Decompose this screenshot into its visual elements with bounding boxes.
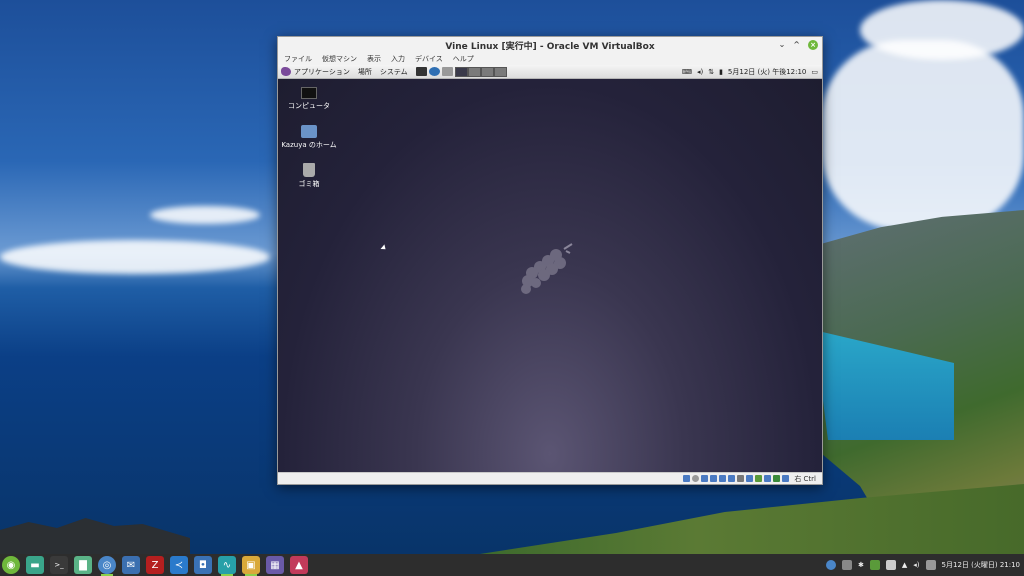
shield-icon[interactable] [869,560,880,570]
mail-icon[interactable]: ✉ [122,556,140,574]
volume-icon[interactable]: ◂) [697,68,703,76]
keyboard-capture-icon[interactable] [773,475,781,482]
terminal-launcher-icon[interactable] [415,67,427,76]
virtualbox-window[interactable]: Vine Linux [実行中] - Oracle VM VirtualBox … [277,36,823,485]
shared-folders-icon[interactable] [728,475,736,482]
menu-machine[interactable]: 仮想マシン [322,54,357,64]
host-taskbar: ◉ ▬ >_ ▇ ◎ ✉ Z ≺ ◘ ∿ ▣ ▦ ▲ ✱ ▲ ◂) 5月12日 … [0,554,1024,576]
mail-launcher-icon[interactable] [441,67,453,76]
trash-icon [303,163,315,177]
optical-drive-icon[interactable] [692,475,700,482]
bluetooth-icon[interactable]: ✱ [858,561,864,569]
menu-input[interactable]: 入力 [391,54,405,64]
clipboard-icon[interactable] [885,560,896,570]
guest-desktop[interactable]: コンピュータ Kazuya のホーム ゴミ箱 [278,79,822,474]
guest-tray: ⌨ ◂) ⇅ ▮ 5月12日 (火) 午後12:10 ▭ [682,65,818,79]
mouse-integration-icon[interactable] [764,475,772,482]
guest-places-menu[interactable]: 場所 [358,67,372,77]
terminal-icon[interactable]: >_ [50,556,68,574]
browser-launcher-icon[interactable] [428,67,440,76]
network-icon[interactable]: ⇅ [708,68,714,76]
chromium-tray-icon[interactable] [826,560,837,570]
menu-file[interactable]: ファイル [284,54,312,64]
monitor-icon [301,87,317,99]
virtualbox-icon[interactable]: ▣ [242,556,260,576]
image-viewer-icon[interactable]: ▲ [290,556,308,574]
mouse-cursor-icon [380,244,388,252]
audio-icon[interactable] [701,475,709,482]
show-desktop-icon[interactable]: ▬ [26,556,44,574]
guest-clock[interactable]: 5月12日 (火) 午後12:10 [728,67,806,77]
maximize-icon[interactable]: ^ [793,39,800,51]
vine-grape-logo [521,243,573,294]
guest-system-menu[interactable]: システム [380,67,408,77]
vscode-icon[interactable]: ≺ [170,556,188,574]
guest-applications-menu[interactable]: アプリケーション [281,67,350,77]
applications-label: アプリケーション [294,67,350,76]
desktop-icon-trash[interactable]: ゴミ箱 [281,163,337,189]
usb-icon[interactable] [719,475,727,482]
guest-top-panel: アプリケーション 場所 システム ⌨ ◂) ⇅ ▮ 5月12日 (火) 午後12… [278,65,822,79]
home-folder-icon [301,125,317,138]
desktop-icon-label: コンピュータ [288,102,330,110]
window-title: Vine Linux [実行中] - Oracle VM VirtualBox [445,41,655,52]
hdd-icon[interactable] [683,475,691,482]
close-icon[interactable]: × [808,40,818,50]
workspace-3[interactable] [480,66,494,77]
network-adapter-icon[interactable] [710,475,718,482]
host-key-icon[interactable] [782,475,790,482]
menu-devices[interactable]: デバイス [415,54,443,64]
recording-icon[interactable] [746,475,754,482]
power-icon[interactable] [925,560,936,570]
display-icon[interactable] [737,475,745,482]
desktop-icon-home[interactable]: Kazuya のホーム [281,125,337,150]
window-menubar: ファイル 仮想マシン 表示 入力 デバイス ヘルプ [278,53,822,65]
mint-menu-icon[interactable]: ◉ [2,556,20,574]
window-controls: ⌄ ^ × [779,39,818,51]
desktop-icon-computer[interactable]: コンピュータ [281,87,337,111]
filezilla-icon[interactable]: Z [146,556,164,574]
vm-statusbar: 右 Ctrl [278,472,822,484]
show-desktop-icon[interactable]: ▭ [811,68,818,76]
vine-logo-icon [281,67,291,76]
volume-tray-icon[interactable]: ◂) [913,561,919,569]
desktop-icon-label: ゴミ箱 [298,180,320,188]
host-clock[interactable]: 5月12日 (火曜日) 21:10 [942,560,1020,570]
chromium-icon[interactable]: ◎ [98,556,116,576]
screenshot-icon[interactable]: ◘ [194,556,212,574]
battery-icon[interactable]: ▮ [719,68,723,76]
workspace-2[interactable] [467,66,481,77]
workspace-1[interactable] [454,66,468,77]
workspace-4[interactable] [493,66,507,77]
cpu-icon[interactable] [755,475,763,482]
network-tray-icon[interactable]: ▲ [902,561,907,569]
files-icon[interactable]: ▇ [74,556,92,574]
system-tray: ✱ ▲ ◂) 5月12日 (火曜日) 21:10 [826,554,1020,576]
keyboard-tray-icon[interactable] [842,560,853,570]
minimize-icon[interactable]: ⌄ [779,39,786,51]
keyboard-icon[interactable]: ⌨ [682,68,692,76]
host-key-label: 右 Ctrl [794,474,816,483]
window-titlebar[interactable]: Vine Linux [実行中] - Oracle VM VirtualBox … [278,37,822,53]
menu-help[interactable]: ヘルプ [453,54,474,64]
app-purple-icon[interactable]: ▦ [266,556,284,574]
desktop-icon-label: Kazuya のホーム [281,141,337,149]
menu-view[interactable]: 表示 [367,54,381,64]
system-monitor-icon[interactable]: ∿ [218,556,236,576]
